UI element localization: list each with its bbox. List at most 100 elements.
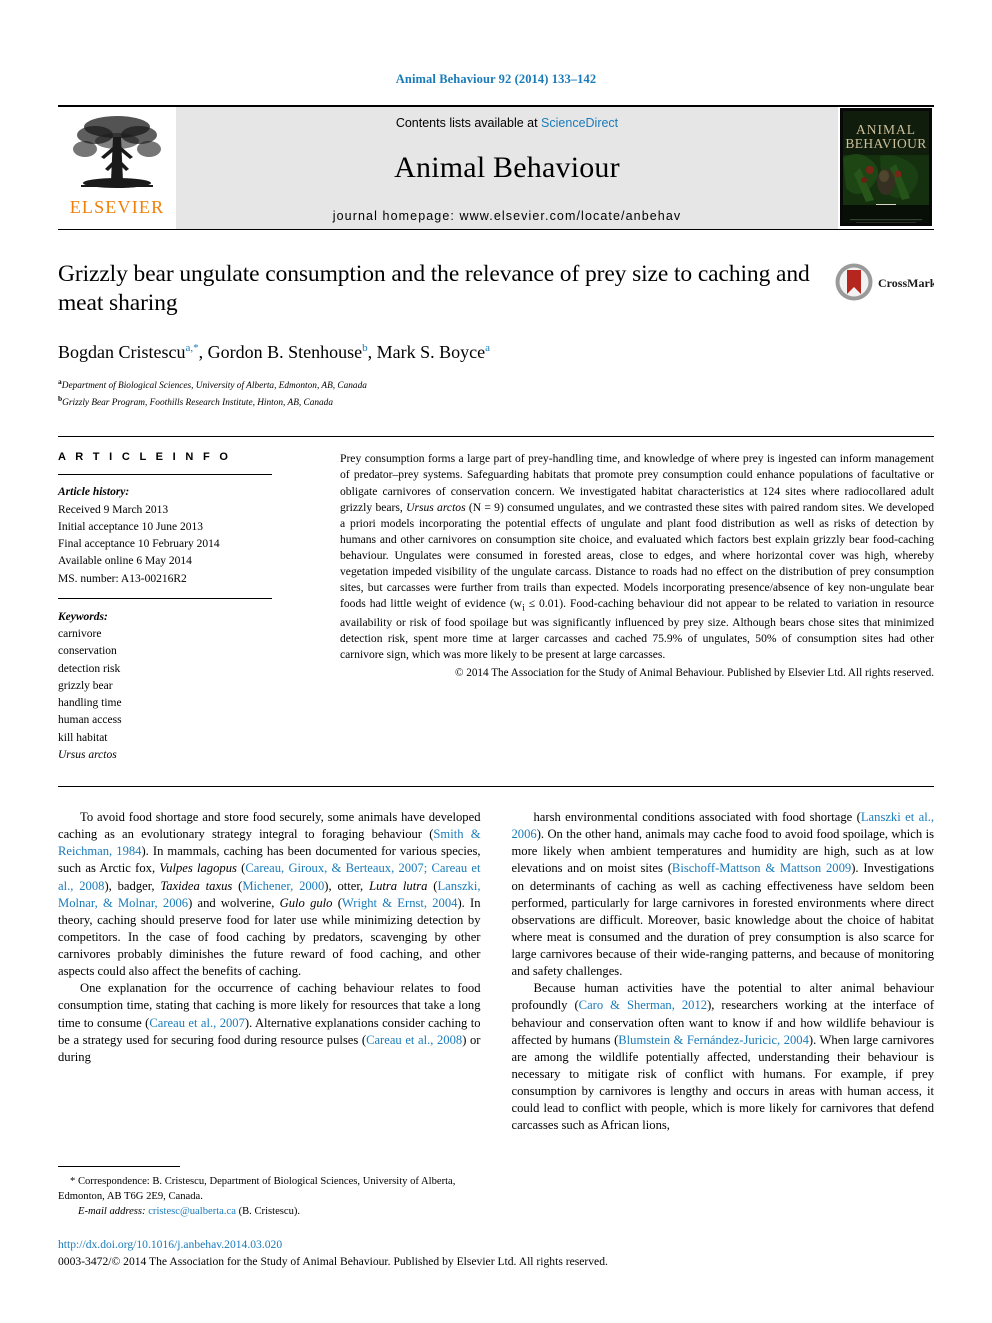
text-run: ), otter, — [324, 878, 370, 893]
paragraph: harsh environmental conditions associate… — [512, 809, 935, 980]
text-run: ), badger, — [104, 878, 161, 893]
body-divider — [58, 786, 934, 788]
affiliation-text: Department of Biological Sciences, Unive… — [61, 381, 367, 392]
email-label: E-mail address: — [78, 1205, 149, 1217]
article-info-column: A R T I C L E I N F O Article history: R… — [58, 451, 336, 764]
author-2: Mark S. Boycea — [377, 342, 490, 362]
keywords-label: Keywords: — [58, 610, 108, 623]
author-mark: b — [362, 341, 368, 354]
paragraph: To avoid food shortage and store food se… — [58, 809, 481, 980]
crossmark-label: CrossMark — [878, 276, 934, 290]
correspondence-text: * Correspondence: B. Cristescu, Departme… — [58, 1175, 456, 1202]
abstract-species: Ursus arctos — [406, 500, 466, 514]
paragraph: Because human activities have the potent… — [512, 980, 935, 1134]
abstract-text: Prey consumption forms a large part of p… — [340, 451, 934, 663]
citation-link[interactable]: Wright & Ernst, 2004 — [342, 896, 458, 910]
author-name: Mark S. Boyce — [376, 341, 486, 362]
svg-text:ANIMAL: ANIMAL — [856, 122, 916, 137]
footnote-rule — [58, 1165, 180, 1167]
body-right-column: harsh environmental conditions associate… — [512, 809, 935, 1134]
species-name: Gulo gulo — [279, 895, 333, 910]
email-line: E-mail address: cristesc@ualberta.ca (B.… — [58, 1204, 486, 1219]
text-run: ( — [427, 878, 438, 893]
journal-cover: ANIMAL BEHAVIOUR — [838, 107, 934, 229]
keyword-item: carnivore — [58, 628, 102, 641]
citation-link[interactable]: Careau et al., 2007 — [149, 1016, 245, 1030]
issn-copyright-line: 0003-3472/© 2014 The Association for the… — [58, 1255, 608, 1269]
abstract-copyright: © 2014 The Association for the Study of … — [454, 667, 934, 680]
keyword-item: Ursus arctos — [58, 748, 117, 761]
elsevier-wordmark: ELSEVIER — [69, 197, 165, 217]
email-suffix: (B. Cristescu). — [235, 1205, 301, 1217]
info-abstract-section: A R T I C L E I N F O Article history: R… — [58, 437, 934, 764]
citation-link[interactable]: Bischoff-Mattson & Mattson 2009 — [672, 861, 851, 875]
footer-block: http://dx.doi.org/10.1016/j.anbehav.2014… — [58, 1236, 938, 1271]
text-run: To avoid food shortage and store food se… — [58, 810, 481, 842]
journal-masthead: ELSEVIER Contents lists available at Sci… — [58, 105, 934, 229]
keyword-item: grizzly bear — [58, 679, 113, 692]
author-0: Bogdan Cristescua,* — [58, 342, 199, 362]
info-rule-top — [58, 474, 272, 476]
body-columns: To avoid food shortage and store food se… — [58, 809, 934, 1134]
sciencedirect-link[interactable]: ScienceDirect — [541, 116, 618, 130]
author-mark: a,* — [185, 341, 199, 354]
affiliation-a: aDepartment of Biological Sciences, Univ… — [58, 377, 810, 394]
species-name: Vulpes lagopus — [159, 861, 237, 876]
text-run: ( — [232, 878, 243, 893]
article-info-heading: A R T I C L E I N F O — [58, 451, 232, 464]
history-item: MS. number: A13-00216R2 — [58, 572, 187, 585]
keyword-item: detection risk — [58, 662, 121, 675]
info-rule-bottom — [58, 597, 272, 599]
keyword-item: conservation — [58, 645, 117, 658]
text-run: harsh environmental conditions associate… — [533, 810, 861, 825]
elsevier-logo: ELSEVIER — [58, 107, 176, 229]
author-name: Bogdan Cristescu — [58, 341, 186, 362]
text-run: ). Investigations on determinants of cac… — [511, 861, 935, 979]
keyword-item: human access — [58, 714, 122, 727]
author-1: Gordon B. Stenhouseb — [208, 342, 368, 362]
affiliation-b: bGrizzly Bear Program, Foothills Researc… — [58, 394, 810, 411]
history-item: Available online 6 May 2014 — [58, 555, 192, 568]
elsevier-tree-icon — [73, 116, 161, 188]
correspondence-footnote: * Correspondence: B. Cristescu, Departme… — [58, 1165, 486, 1219]
species-name: Lutra lutra — [369, 878, 428, 893]
history-item: Final acceptance 10 February 2014 — [58, 538, 220, 551]
running-head: Animal Behaviour 92 (2014) 133–142 — [395, 72, 597, 86]
crossmark-badge[interactable]: CrossMark — [826, 260, 934, 410]
contents-prefix: Contents lists available at — [395, 116, 542, 130]
abstract-column: Prey consumption forms a large part of p… — [336, 451, 934, 764]
crossmark-icon: CrossMark — [835, 263, 934, 301]
doi-link[interactable]: http://dx.doi.org/10.1016/j.anbehav.2014… — [58, 1236, 938, 1253]
email-link[interactable]: cristesc@ualberta.ca — [148, 1206, 236, 1217]
text-run: ) and wolverine, — [188, 895, 280, 910]
citation-link[interactable]: Careau et al., 2008 — [366, 1033, 462, 1047]
citation-link[interactable]: Blumstein & Fernández-Juricic, 2004 — [618, 1033, 809, 1047]
article-history-label: Article history: — [58, 486, 130, 499]
history-item: Received 9 March 2013 — [58, 503, 169, 516]
masthead-center: Contents lists available at ScienceDirec… — [176, 107, 838, 229]
text-run: ). When large carnivores are among the w… — [511, 1032, 935, 1133]
svg-text:BEHAVIOUR: BEHAVIOUR — [845, 136, 926, 151]
title-section: Grizzly bear ungulate consumption and th… — [58, 230, 934, 410]
abstract-part-2: (N = 9) consumed ungulates, and we contr… — [340, 500, 934, 611]
paragraph: One explanation for the occurrence of ca… — [58, 980, 481, 1066]
affiliation-list: aDepartment of Biological Sciences, Univ… — [58, 377, 810, 410]
body-left-column: To avoid food shortage and store food se… — [58, 809, 481, 1134]
text-run: ( — [332, 895, 342, 910]
contents-available-line: Contents lists available at ScienceDirec… — [396, 116, 618, 130]
citation-link[interactable]: Caro & Sherman, 2012 — [579, 998, 707, 1012]
keyword-item: kill habitat — [58, 731, 108, 744]
journal-homepage-link[interactable]: journal homepage: www.elsevier.com/locat… — [333, 209, 682, 223]
keyword-item: handling time — [58, 697, 122, 710]
citation-link[interactable]: Michener, 2000 — [242, 879, 324, 893]
page-title: Grizzly bear ungulate consumption and th… — [58, 261, 810, 316]
affiliation-text: Grizzly Bear Program, Foothills Research… — [62, 397, 333, 408]
author-mark: a — [485, 341, 491, 354]
journal-cover-thumbnail: ANIMAL BEHAVIOUR — [840, 108, 932, 226]
article-page: Animal Behaviour 92 (2014) 133–142 ELSEV… — [0, 0, 992, 1323]
author-list: Bogdan Cristescua,*, Gordon B. Stenhouse… — [58, 341, 491, 362]
species-name: Taxidea taxus — [160, 878, 233, 893]
journal-title: Animal Behaviour — [394, 151, 620, 184]
author-name: Gordon B. Stenhouse — [207, 341, 363, 362]
history-item: Initial acceptance 10 June 2013 — [58, 520, 203, 533]
